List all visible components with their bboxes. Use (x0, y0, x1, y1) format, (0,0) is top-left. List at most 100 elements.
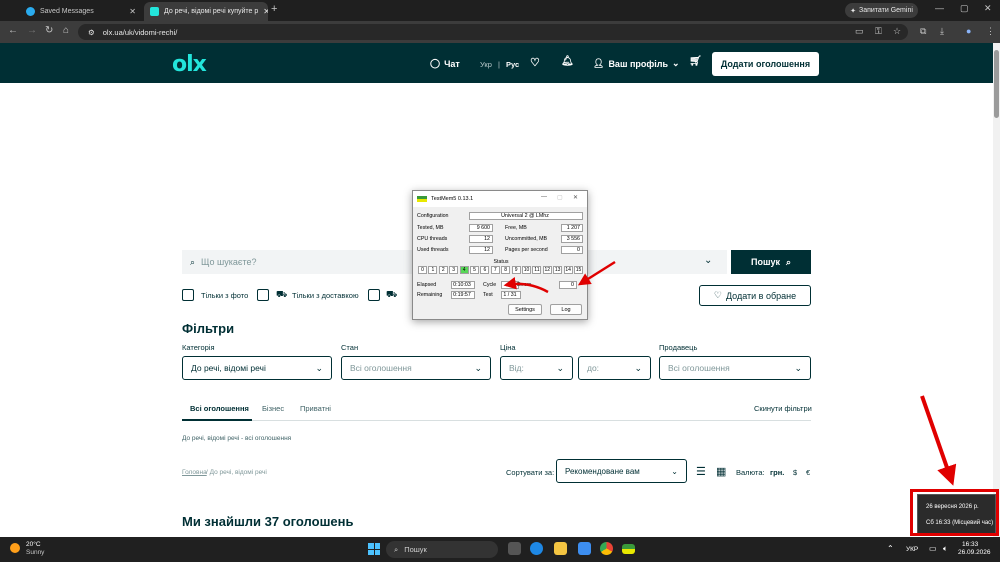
reload-icon[interactable]: ↻ (45, 25, 53, 36)
windows-start-icon[interactable] (368, 543, 380, 555)
results-count: Ми знайшли 37 оголошень (182, 514, 354, 529)
only-photo-checkbox[interactable] (182, 289, 194, 301)
status-cell: 11 (532, 266, 542, 274)
weather-temp[interactable]: 20°C (26, 541, 41, 548)
site-info-icon[interactable]: ⚙ (88, 28, 95, 37)
user-icon: 👤︎ (593, 58, 605, 68)
taskbar-search[interactable]: ⌕ Пошук (386, 541, 498, 558)
chevron-down-icon: ⌄ (634, 362, 642, 373)
price-from-placeholder: Від: (509, 363, 524, 373)
cart-icon[interactable]: 🛒︎ (689, 56, 702, 67)
weather-desc[interactable]: Sunny (26, 549, 44, 556)
chevron-down-icon: ⌄ (672, 58, 680, 68)
profile-link[interactable]: 👤︎ Ваш профіль ⌄ (593, 58, 680, 69)
lang-rus[interactable]: Рус (506, 60, 519, 69)
tab-business[interactable]: Бізнес (262, 404, 284, 413)
store-icon[interactable] (578, 542, 591, 555)
tab-all[interactable]: Всі оголошення (190, 404, 249, 413)
scrollbar-thumb[interactable] (994, 50, 999, 118)
reset-filters-link[interactable]: Скинути фільтри (754, 404, 812, 413)
price-from-select[interactable]: Від: ⌄ (500, 356, 573, 380)
currency-uah[interactable]: грн. (770, 468, 784, 477)
task-view-icon[interactable] (508, 542, 521, 555)
tray-chevron-up-icon[interactable]: ⌃ (887, 544, 894, 553)
taskbar-time[interactable]: 16:33 (962, 541, 978, 548)
menu-kebab-icon[interactable]: ⋮ (986, 26, 995, 37)
list-view-icon[interactable]: ☰ (696, 465, 706, 478)
category-select[interactable]: До речі, відомі речі ⌄ (182, 356, 332, 380)
search-button[interactable]: Пошук ⌕ (731, 250, 811, 274)
close-window-icon[interactable]: ✕ (984, 3, 992, 14)
minimize-icon[interactable]: — (541, 194, 547, 200)
taskbar-date[interactable]: 26.09.2026 (958, 549, 991, 556)
downloads-icon[interactable]: ⤓ (940, 26, 944, 37)
status-cell: 2 (438, 266, 448, 274)
state-select[interactable]: Всі оголошення ⌄ (341, 356, 491, 380)
add-to-favorites-button[interactable]: ♡ Додати в обране (699, 285, 811, 306)
configuration-label: Configuration (417, 213, 449, 219)
bookmark-star-icon[interactable]: ☆ (893, 26, 901, 37)
status-cell: 8 (501, 266, 511, 274)
active-tab-indicator (182, 419, 252, 421)
windows-taskbar (0, 537, 1000, 562)
maximize-icon[interactable]: ▢ (960, 3, 969, 14)
only-delivery-checkbox[interactable] (257, 289, 269, 301)
annotation-arrow-clock (920, 395, 957, 486)
close-icon[interactable]: ✕ (263, 7, 268, 16)
olx-logo[interactable]: olx (172, 52, 207, 77)
chat-link[interactable]: ◯ Чат (430, 58, 460, 69)
url-input[interactable]: ⚙ olx.ua/uk/vidomi-rechi/ (78, 24, 908, 40)
currency-eur[interactable]: € (806, 468, 810, 477)
minimize-icon[interactable]: — (935, 3, 944, 13)
tab-olx[interactable]: До речі, відомі речі купуйте р ✕ (144, 2, 268, 21)
category-label: Категорія (182, 343, 215, 352)
bell-icon[interactable]: 🔔︎ (561, 56, 574, 67)
file-explorer-icon[interactable] (554, 542, 567, 555)
edge-icon[interactable] (530, 542, 543, 555)
keyboard-language[interactable]: УКР (906, 546, 918, 553)
cpu-threads-value: 12 (469, 235, 493, 243)
home-icon[interactable]: ⌂ (63, 25, 69, 36)
price-to-select[interactable]: до: ⌄ (578, 356, 651, 380)
extra-checkbox[interactable] (368, 289, 380, 301)
close-window-icon[interactable]: ✕ (573, 194, 578, 201)
log-button[interactable]: Log (550, 304, 582, 315)
truck-icon: ⛟ (276, 289, 288, 299)
tab-private[interactable]: Приватні (300, 404, 331, 413)
chevron-down-icon[interactable]: ⌄ (704, 255, 712, 266)
password-key-icon[interactable]: ⚿ (875, 26, 882, 37)
volume-icon[interactable]: 🔈︎ (943, 544, 948, 554)
heart-icon[interactable]: ♡ (530, 56, 540, 69)
currency-usd[interactable]: $ (793, 468, 797, 477)
grid-view-icon[interactable]: ▦ (716, 465, 726, 478)
sun-icon[interactable] (10, 543, 20, 553)
profile-label: Ваш профіль (608, 58, 669, 69)
back-arrow-icon[interactable]: ← (8, 25, 18, 36)
sort-label: Сортувати за: (506, 468, 555, 477)
testmem-taskbar-icon[interactable] (622, 544, 635, 554)
site-header (0, 43, 993, 83)
status-cell: 13 (553, 266, 563, 274)
close-icon[interactable]: ✕ (129, 7, 136, 16)
breadcrumb-home[interactable]: Головна (182, 469, 207, 476)
cast-icon[interactable]: ▭ (855, 26, 864, 37)
configuration-value: Universal 2 @ LMhz (469, 212, 583, 220)
seller-value: Всі оголошення (668, 363, 730, 373)
forward-arrow-icon[interactable]: → (27, 25, 37, 36)
network-icon[interactable]: ▭ (929, 544, 937, 553)
test-value: 1 / 31 (501, 291, 521, 299)
chrome-icon[interactable] (600, 542, 613, 555)
extensions-icon[interactable]: ⧉ (920, 26, 926, 37)
sort-select[interactable]: Рекомендоване вам ⌄ (556, 459, 687, 483)
tested-label: Tested, MB (417, 225, 444, 231)
tab-saved-messages[interactable]: Saved Messages ✕ (20, 2, 142, 21)
lang-ukr[interactable]: Укр (480, 60, 492, 69)
settings-button[interactable]: Settings (508, 304, 542, 315)
new-tab-button[interactable]: + (271, 3, 277, 15)
only-photo-label: Тільки з фото (201, 291, 249, 300)
cpu-threads-label: CPU threads (417, 236, 448, 242)
gemini-button[interactable]: ✦ Запитати Gemini (845, 3, 918, 18)
profile-avatar-icon[interactable]: ● (966, 26, 971, 36)
add-listing-button[interactable]: Додати оголошення (712, 52, 819, 76)
seller-select[interactable]: Всі оголошення ⌄ (659, 356, 811, 380)
